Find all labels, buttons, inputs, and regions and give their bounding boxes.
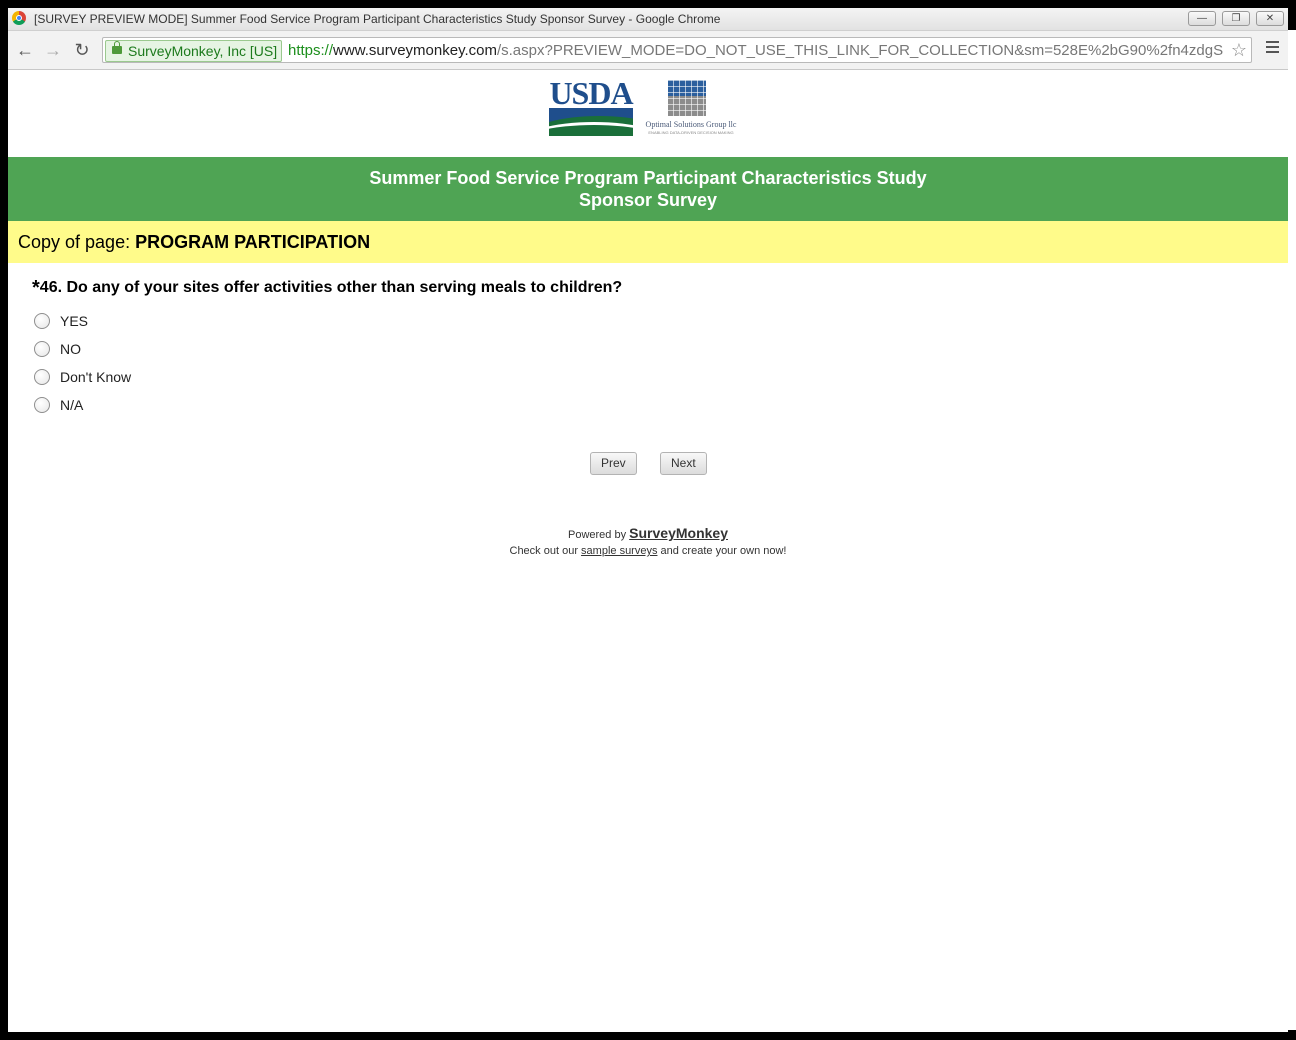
url-path: /s.aspx?PREVIEW_MODE=DO_NOT_USE_THIS_LIN…: [496, 42, 1224, 59]
bookmark-star-icon[interactable]: ☆: [1226, 39, 1247, 61]
radio-button[interactable]: [34, 341, 50, 357]
page-heading: Copy of page: PROGRAM PARTICIPATION: [8, 221, 1288, 263]
page-heading-title: PROGRAM PARTICIPATION: [135, 232, 371, 252]
browser-window: [SURVEY PREVIEW MODE] Summer Food Servic…: [8, 8, 1288, 1032]
survey-title-line2: Sponsor Survey: [578, 190, 718, 210]
title-bar: [SURVEY PREVIEW MODE] Summer Food Servic…: [8, 8, 1288, 31]
required-asterisk-icon: *: [32, 277, 40, 299]
url-host: www.surveymonkey.com: [333, 42, 497, 59]
check-out-line: Check out our sample surveys and create …: [8, 543, 1288, 559]
option-no[interactable]: NO: [34, 335, 131, 363]
survey-title-banner: Summer Food Service Program Participant …: [8, 157, 1288, 221]
answer-options: YES NO Don't Know N/A: [34, 307, 131, 419]
sample-surveys-link[interactable]: sample surveys: [581, 545, 657, 557]
radio-button[interactable]: [34, 397, 50, 413]
usda-logo: USDA: [549, 75, 634, 136]
minimize-button[interactable]: —: [1188, 11, 1216, 26]
survey-title-line1: Summer Food Service Program Participant …: [369, 168, 927, 188]
radio-button[interactable]: [34, 369, 50, 385]
footer: Powered by SurveyMonkey Check out our sa…: [8, 525, 1288, 559]
logo-header: USDA Optimal Solutions Group llc ENABLIN…: [8, 70, 1288, 156]
osg-tagline: ENABLING DATA-DRIVEN DECISION MAKING: [648, 130, 734, 135]
optimal-solutions-logo: Optimal Solutions Group llc ENABLING DAT…: [636, 80, 746, 140]
option-na[interactable]: N/A: [34, 391, 131, 419]
url-text: https://www.surveymonkey.com/s.aspx?PREV…: [288, 41, 1223, 61]
powered-by-text: Powered by: [568, 529, 630, 541]
reload-button[interactable]: ↻: [70, 39, 94, 61]
usda-wave-graphic: [549, 108, 633, 136]
restore-button[interactable]: ❐: [1222, 11, 1250, 26]
prev-button[interactable]: Prev: [590, 452, 637, 475]
osg-name: Optimal Solutions Group llc: [645, 120, 737, 129]
survey-page: USDA Optimal Solutions Group llc ENABLIN…: [8, 70, 1288, 1032]
option-label: Don't Know: [60, 369, 132, 385]
background-window-edge: [1288, 30, 1296, 1030]
close-window-button[interactable]: ✕: [1256, 11, 1284, 26]
url-scheme: https://: [288, 42, 334, 59]
lock-icon: [112, 41, 122, 54]
question-title: *46. Do any of your sites offer activiti…: [32, 277, 622, 300]
usda-logo-text: USDA: [549, 75, 633, 111]
ev-certificate-badge[interactable]: SurveyMonkey, Inc [US]: [105, 40, 283, 62]
check-out-text: Check out our: [509, 545, 582, 557]
option-dont-know[interactable]: Don't Know: [34, 363, 131, 391]
option-label: YES: [60, 313, 89, 329]
ev-label: SurveyMonkey, Inc [US]: [128, 43, 278, 59]
page-heading-prefix: Copy of page:: [18, 232, 136, 252]
option-yes[interactable]: YES: [34, 307, 131, 335]
next-button[interactable]: Next: [660, 452, 707, 475]
window-title: [SURVEY PREVIEW MODE] Summer Food Servic…: [34, 12, 721, 26]
chrome-menu-icon[interactable]: [1266, 41, 1279, 55]
surveymonkey-link[interactable]: SurveyMonkey: [629, 525, 728, 541]
powered-by-line: Powered by SurveyMonkey: [8, 525, 1288, 543]
back-button[interactable]: ←: [13, 39, 37, 61]
address-bar[interactable]: SurveyMonkey, Inc [US] https://www.surve…: [102, 37, 1252, 63]
question-text: 46. Do any of your sites offer activitie…: [39, 279, 623, 296]
radio-button[interactable]: [34, 313, 50, 329]
osg-graph-icon: [668, 80, 706, 116]
create-text: and create your own now!: [657, 545, 787, 557]
chrome-logo-icon: [12, 11, 26, 25]
browser-toolbar: ← → ↻ SurveyMonkey, Inc [US] https://www…: [8, 31, 1288, 70]
forward-button[interactable]: →: [41, 39, 65, 61]
option-label: NO: [60, 341, 81, 357]
option-label: N/A: [60, 397, 84, 413]
